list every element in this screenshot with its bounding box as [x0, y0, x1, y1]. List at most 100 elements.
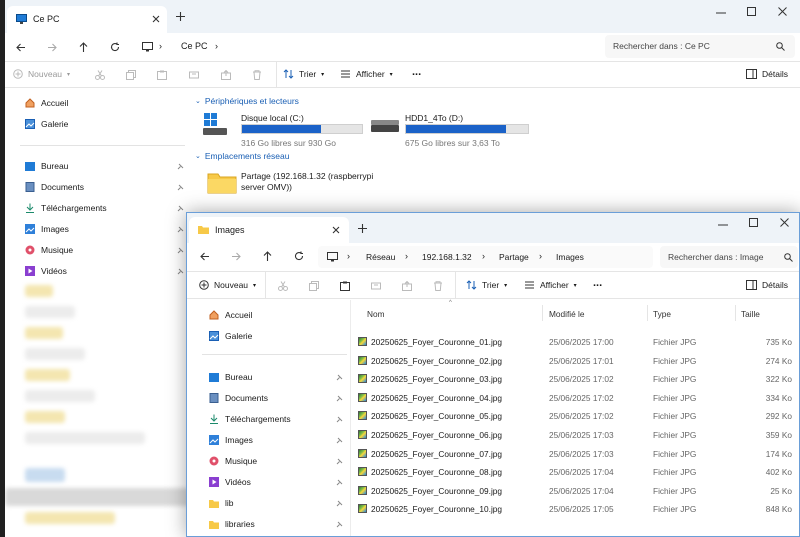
column-header-type[interactable]: Type: [653, 309, 671, 319]
sidebar-item-bureau[interactable]: Bureau: [25, 161, 68, 171]
column-header-size[interactable]: Taille: [741, 309, 760, 319]
close-window-icon[interactable]: [778, 7, 787, 16]
paste-icon[interactable]: [157, 70, 167, 80]
sidebar-item-accueil[interactable]: Accueil: [25, 98, 68, 108]
up-arrow-icon[interactable]: [263, 251, 272, 261]
sidebar-item-bureau[interactable]: Bureau: [209, 372, 252, 382]
address-bar[interactable]: › Réseau › 192.168.1.32 › Partage › Imag…: [318, 246, 653, 268]
minimize-icon[interactable]: [716, 12, 726, 14]
rename-icon[interactable]: [189, 70, 199, 80]
sidebar-item-images[interactable]: Images: [209, 435, 253, 445]
view-button[interactable]: Afficher ▾: [340, 69, 393, 79]
rename-icon[interactable]: [371, 281, 381, 291]
pin-icon[interactable]: [336, 479, 343, 486]
table-row[interactable]: 20250625_Foyer_Couronne_02.jpg 25/06/2025…: [352, 352, 797, 371]
delete-icon[interactable]: [433, 281, 443, 291]
back-arrow-icon[interactable]: [16, 43, 26, 52]
sort-button[interactable]: Trier ▾: [283, 69, 324, 79]
pin-icon[interactable]: [177, 163, 184, 170]
tab-images[interactable]: Images: [189, 217, 349, 243]
new-tab-icon[interactable]: [358, 224, 367, 233]
address-bar[interactable]: › Ce PC ›: [133, 36, 599, 58]
drive-c[interactable]: Disque local (C:) 316 Go libres sur 930 …: [203, 110, 368, 148]
pin-icon[interactable]: [177, 268, 184, 275]
table-row[interactable]: 20250625_Foyer_Couronne_09.jpg 25/06/2025…: [352, 482, 797, 501]
sort-button[interactable]: Trier ▾: [466, 280, 507, 290]
column-divider[interactable]: [647, 305, 648, 321]
up-arrow-icon[interactable]: [79, 42, 88, 52]
maximize-icon[interactable]: [749, 218, 758, 227]
breadcrumb-item[interactable]: Réseau: [366, 252, 395, 262]
sidebar-item-images[interactable]: Images: [25, 224, 69, 234]
pin-icon[interactable]: [177, 247, 184, 254]
sidebar-item-lib[interactable]: lib: [209, 498, 234, 508]
sidebar-item-galerie[interactable]: Galerie: [209, 331, 252, 341]
cut-icon[interactable]: [278, 281, 288, 291]
sidebar-item-telechargements[interactable]: Téléchargements: [25, 203, 107, 213]
refresh-icon[interactable]: [294, 251, 304, 261]
table-row[interactable]: 20250625_Foyer_Couronne_01.jpg 25/06/2025…: [352, 333, 797, 352]
refresh-icon[interactable]: [110, 42, 120, 52]
pin-icon[interactable]: [336, 416, 343, 423]
delete-icon[interactable]: [252, 70, 262, 80]
copy-icon[interactable]: [126, 70, 136, 80]
search-input[interactable]: Rechercher dans : Image: [660, 246, 798, 268]
sidebar-item-videos[interactable]: Vidéos: [209, 477, 251, 487]
breadcrumb-item[interactable]: 192.168.1.32: [422, 252, 472, 262]
close-tab-icon[interactable]: [152, 15, 160, 23]
new-button[interactable]: Nouveau ▾: [199, 280, 256, 290]
more-options-button[interactable]: ...: [593, 277, 602, 289]
pin-icon[interactable]: [336, 374, 343, 381]
pin-icon[interactable]: [177, 226, 184, 233]
sidebar-item-documents[interactable]: Documents: [25, 182, 84, 192]
forward-arrow-icon[interactable]: [47, 43, 57, 52]
sidebar-item-musique[interactable]: Musique: [209, 456, 257, 466]
table-row[interactable]: 20250625_Foyer_Couronne_10.jpg 25/06/2025…: [352, 500, 797, 519]
forward-arrow-icon[interactable]: [231, 252, 241, 261]
pin-icon[interactable]: [336, 500, 343, 507]
pin-icon[interactable]: [177, 184, 184, 191]
close-tab-icon[interactable]: [332, 226, 340, 234]
pin-icon[interactable]: [336, 395, 343, 402]
breadcrumb-item[interactable]: Images: [556, 252, 584, 262]
pin-icon[interactable]: [336, 437, 343, 444]
pin-icon[interactable]: [336, 458, 343, 465]
breadcrumb-item[interactable]: Partage: [499, 252, 529, 262]
sidebar-item-galerie[interactable]: Galerie: [25, 119, 68, 129]
section-network-header[interactable]: ⌄ Emplacements réseau: [195, 151, 289, 161]
table-row[interactable]: 20250625_Foyer_Couronne_06.jpg 25/06/2025…: [352, 426, 797, 445]
sidebar-item-telechargements[interactable]: Téléchargements: [209, 414, 291, 424]
sidebar-item-documents[interactable]: Documents: [209, 393, 268, 403]
close-window-icon[interactable]: [780, 218, 789, 227]
new-button[interactable]: Nouveau ▾: [13, 69, 70, 79]
new-tab-icon[interactable]: [176, 12, 185, 21]
details-button[interactable]: Détails: [746, 280, 788, 290]
address-text[interactable]: Ce PC: [181, 41, 208, 51]
back-arrow-icon[interactable]: [200, 252, 210, 261]
column-header-modified[interactable]: Modifié le: [549, 309, 585, 319]
view-button[interactable]: Afficher ▾: [524, 280, 577, 290]
section-devices-header[interactable]: ⌄ Périphériques et lecteurs: [195, 96, 299, 106]
drive-d[interactable]: HDD1_4To (D:) 675 Go libres sur 3,63 To: [371, 110, 536, 148]
table-row[interactable]: 20250625_Foyer_Couronne_03.jpg 25/06/2025…: [352, 370, 797, 389]
sidebar-item-accueil[interactable]: Accueil: [209, 310, 252, 320]
table-row[interactable]: 20250625_Foyer_Couronne_04.jpg 25/06/2025…: [352, 389, 797, 408]
sidebar-item-musique[interactable]: Musique: [25, 245, 73, 255]
network-location-partage[interactable]: Partage (192.168.1.32 (raspberrypi serve…: [207, 168, 377, 198]
column-divider[interactable]: [735, 305, 736, 321]
more-options-button[interactable]: ...: [412, 66, 421, 78]
pin-icon[interactable]: [336, 521, 343, 528]
table-row[interactable]: 20250625_Foyer_Couronne_07.jpg 25/06/2025…: [352, 445, 797, 464]
share-icon[interactable]: [402, 281, 412, 291]
share-icon[interactable]: [221, 70, 231, 80]
table-row[interactable]: 20250625_Foyer_Couronne_08.jpg 25/06/2025…: [352, 463, 797, 482]
sidebar-item-libraries[interactable]: libraries: [209, 519, 255, 529]
maximize-icon[interactable]: [747, 7, 756, 16]
column-header-name[interactable]: Nom: [367, 309, 385, 319]
search-input[interactable]: Rechercher dans : Ce PC: [605, 35, 795, 58]
cut-icon[interactable]: [95, 70, 105, 80]
tab-ce-pc[interactable]: Ce PC: [7, 6, 167, 33]
paste-icon[interactable]: [340, 281, 350, 291]
pin-icon[interactable]: [177, 205, 184, 212]
column-divider[interactable]: [542, 305, 543, 321]
